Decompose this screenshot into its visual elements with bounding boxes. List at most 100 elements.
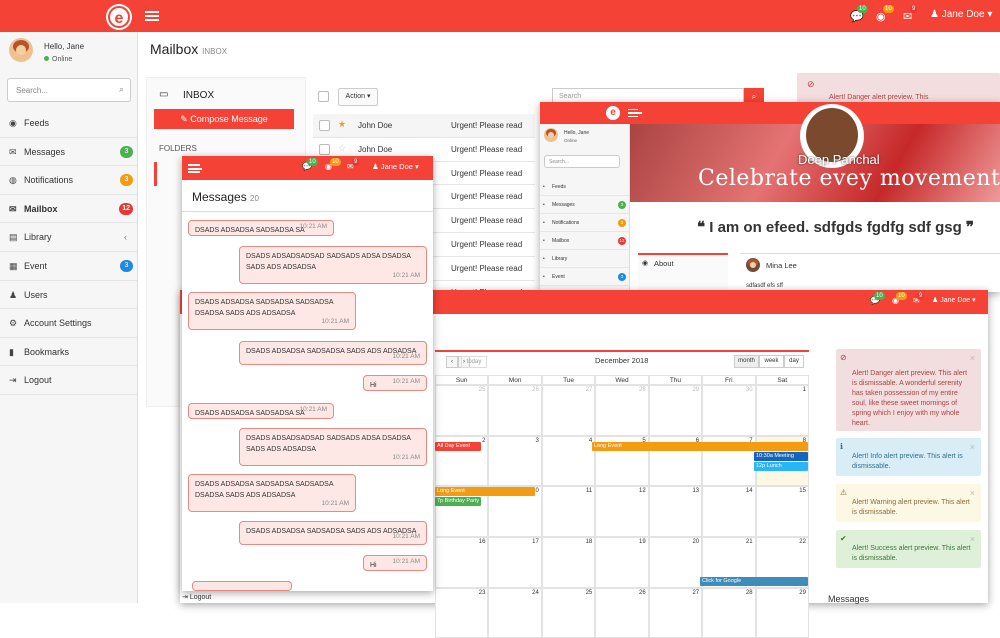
profile-nav-item[interactable]: • Library [540, 250, 630, 268]
chat-bubble-right: Hi 10:21 AM [363, 375, 427, 391]
chevron-left-icon: ‹ [124, 232, 127, 243]
close-icon[interactable]: × [970, 353, 975, 363]
calendar-day-cell[interactable]: 28 [595, 385, 649, 436]
compose-message-button[interactable]: ✎ Compose Message [154, 109, 294, 129]
close-icon[interactable]: × [970, 534, 975, 544]
star-icon[interactable]: ★ [338, 119, 346, 130]
calendar-event[interactable]: 12p Lunch [754, 462, 808, 471]
row-checkbox[interactable] [319, 143, 330, 155]
post-author-avatar [746, 258, 760, 272]
star-icon[interactable]: ☆ [338, 143, 346, 154]
calendar-day-cell[interactable]: 27 [648, 587, 703, 638]
calendar-day-cell[interactable]: 20 [648, 537, 703, 588]
calendar-day-cell[interactable]: 4 [541, 435, 596, 487]
sidebar-item-mailbox[interactable]: ✉ Mailbox 12 [0, 195, 137, 224]
logout-link[interactable]: ⇥ Logout [182, 593, 211, 601]
calendar-day-cell[interactable]: 29 [755, 587, 809, 638]
profile-topbar: e [540, 102, 1000, 124]
calendar-day-cell[interactable]: 28 [702, 587, 756, 638]
profile-name: Deep Panchal [798, 152, 880, 167]
today-button[interactable]: today [461, 356, 487, 368]
calendar-event[interactable]: Long Event [592, 442, 808, 451]
calendar-event[interactable]: 10:30a Meeting [754, 452, 808, 461]
calendar-day-cell[interactable]: 27 [541, 385, 596, 436]
close-icon[interactable]: × [970, 488, 975, 498]
sidebar-item-label: Notifications [24, 175, 74, 186]
sidebar-item-feeds[interactable]: ◉ Feeds [0, 109, 137, 138]
app-logo[interactable]: e [108, 6, 130, 28]
calendar-event[interactable]: 7p Birthday Party [435, 497, 481, 506]
calendar-day-cell[interactable]: 11 [541, 486, 596, 538]
hamburger-menu-icon[interactable] [188, 164, 202, 173]
chat-bubble-right: DSADS ADSADSA SADSADSA SADS ADS ADSADSA 1… [239, 341, 427, 365]
select-all-checkbox[interactable] [318, 91, 329, 102]
calendar-day-cell[interactable]: 16 [435, 537, 489, 588]
profile-search-input[interactable]: Search... [544, 155, 620, 168]
calendar-day-cell[interactable]: 30 [702, 385, 756, 436]
calendar-day-number: 15 [799, 488, 806, 495]
calendar-day-cell[interactable]: 26 [488, 385, 542, 436]
weekday-header: Fri [702, 375, 756, 385]
messages-title: Messages 20 [192, 190, 259, 204]
profile-nav-label: Library [552, 256, 568, 262]
calendar-day-cell[interactable]: 1 [755, 385, 809, 436]
sidebar-item-bookmarks[interactable]: ▮ Bookmarks [0, 338, 137, 367]
bubble-text: DSADS ADSADSA SADSADSA SADSADSA DSADSA S… [195, 481, 334, 499]
messages-icon: ✉ [9, 146, 17, 157]
prev-month-icon[interactable]: ‹ [446, 356, 458, 368]
sidebar-item-logout[interactable]: ⇥ Logout [0, 366, 137, 395]
profile-nav-item[interactable]: • Messages 3 [540, 196, 630, 214]
calendar-day-number: 18 [585, 539, 593, 546]
weekday-header: Mon [488, 375, 542, 385]
calendar-day-cell[interactable]: 17 [488, 537, 542, 588]
weekday-header: Thu [648, 375, 703, 385]
calendar-event[interactable]: Click for Google [700, 577, 808, 586]
user-menu[interactable]: ♟ Jane Doe ▾ [372, 162, 419, 171]
sidebar-item-label: Mailbox [24, 203, 58, 214]
sidebar-item-label: Logout [24, 375, 52, 386]
profile-nav-item[interactable]: • Mailbox 12 [540, 232, 630, 250]
calendar-day-cell[interactable]: 19 [595, 537, 649, 588]
calendar-day-cell[interactable]: 3 [488, 435, 542, 487]
calendar-day-number: 26 [639, 589, 646, 596]
calendar-day-cell[interactable]: 12 [595, 486, 649, 538]
sidebar-search-input[interactable]: Search... ⌕ [7, 78, 131, 102]
sidebar-item-event[interactable]: ▦ Event 3 [0, 252, 137, 281]
calendar-event[interactable]: Long Event [435, 487, 535, 496]
sidebar-item-users[interactable]: ♟ Users [0, 281, 137, 310]
sidebar-item-notifications[interactable]: ◍ Notifications 3 [0, 166, 137, 195]
day-view-button[interactable]: day [784, 355, 804, 368]
profile-nav-item[interactable]: • Event 3 [540, 268, 630, 286]
calendar-day-cell[interactable]: 23 [435, 587, 489, 638]
sidebar-item-library[interactable]: ▤ Library ‹ [0, 223, 137, 252]
hamburger-menu-icon[interactable] [628, 109, 642, 117]
close-icon[interactable]: × [970, 442, 975, 452]
profile-nav-item[interactable]: • Feeds [540, 178, 630, 196]
mail-row[interactable]: ★ John Doe Urgent! Please read [313, 114, 535, 138]
month-view-button[interactable]: month [734, 355, 759, 368]
action-dropdown[interactable]: Action ▾ [338, 88, 378, 106]
calendar-day-cell[interactable]: 26 [595, 587, 649, 638]
sidebar-item-account-settings[interactable]: ⚙ Account Settings [0, 309, 137, 338]
hamburger-menu-icon[interactable] [145, 11, 159, 21]
week-view-button[interactable]: week [759, 355, 784, 368]
calendar-event[interactable]: All Day Event [435, 442, 481, 451]
calendar-day-cell[interactable]: 25 [435, 385, 489, 436]
calendar-day-cell[interactable]: 13 [648, 486, 703, 538]
search-icon[interactable]: ⌕ [119, 84, 124, 95]
calendar-day-cell[interactable]: 18 [541, 537, 596, 588]
calendar-day-cell[interactable]: 15 [755, 486, 809, 538]
sidebar-item-messages[interactable]: ✉ Messages 3 [0, 138, 137, 167]
calendar-day-cell[interactable]: 14 [702, 486, 756, 538]
calendar-day-cell[interactable]: 29 [648, 385, 703, 436]
partial-bubble [192, 581, 292, 591]
user-menu[interactable]: ♟ Jane Doe ▾ [932, 296, 976, 304]
row-checkbox[interactable] [319, 120, 330, 131]
calendar-day-cell[interactable]: 24 [488, 587, 542, 638]
check-icon: ✔ [840, 534, 847, 543]
user-menu[interactable]: ♟ Jane Doe ▾ [930, 9, 992, 20]
calendar-day-cell[interactable]: 25 [541, 587, 596, 638]
bubble-text: Hi [370, 382, 377, 389]
profile-nav-item[interactable]: • Notifications 3 [540, 214, 630, 232]
online-status: Online [44, 56, 72, 63]
